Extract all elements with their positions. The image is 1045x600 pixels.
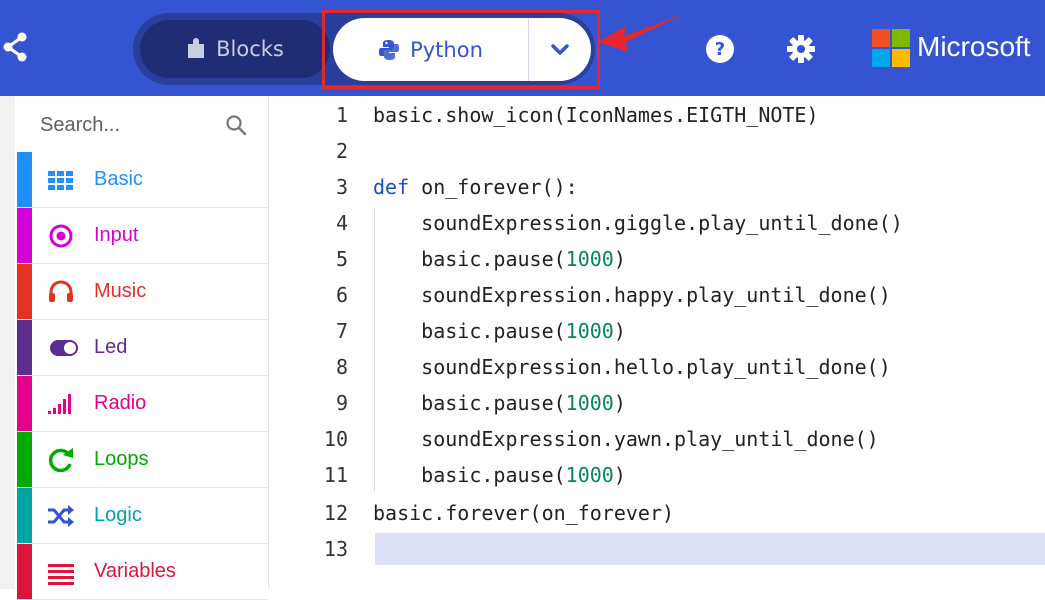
code-line[interactable]: 2	[269, 134, 1045, 170]
loop-arrow-icon	[48, 448, 73, 473]
line-number: 10	[323, 427, 348, 451]
code-line[interactable]: 1 basic.show_icon(IconNames.EIGTH_NOTE)	[269, 98, 1045, 134]
code-line[interactable]: 6 soundExpression.happy.play_until_done(…	[269, 278, 1045, 314]
code-text: basic.pause(1000)	[373, 247, 626, 271]
shuffle-icon	[48, 505, 74, 527]
line-number: 6	[335, 283, 348, 307]
code-text: basic.show_icon(IconNames.EIGTH_NOTE)	[373, 103, 819, 127]
line-number: 4	[335, 211, 348, 235]
line-number: 7	[335, 319, 348, 343]
category-color-bar	[17, 264, 32, 319]
gear-icon[interactable]	[786, 34, 816, 64]
signal-bars-icon	[48, 394, 71, 414]
annotation-arrow-icon	[598, 14, 684, 52]
code-text: soundExpression.happy.play_until_done()	[373, 283, 891, 307]
code-line[interactable]: 9 basic.pause(1000)	[269, 386, 1045, 422]
category-color-bar	[17, 376, 32, 431]
code-text: basic.forever(on_forever)	[373, 501, 675, 525]
microsoft-logo-icon[interactable]	[872, 29, 910, 67]
category-color-bar	[17, 320, 32, 375]
code-line[interactable]: 5 basic.pause(1000)	[269, 242, 1045, 278]
category-basic[interactable]: Basic	[17, 152, 268, 208]
code-text: def on_forever():	[373, 175, 578, 199]
search-icon[interactable]	[225, 114, 247, 136]
line-number: 5	[335, 247, 348, 271]
code-line[interactable]: 12 basic.forever(on_forever)	[269, 496, 1045, 532]
category-radio[interactable]: Radio	[17, 376, 268, 432]
code-line[interactable]: 8 soundExpression.hello.play_until_done(…	[269, 350, 1045, 386]
code-line[interactable]: 13	[269, 532, 1045, 568]
line-number: 9	[335, 391, 348, 415]
line-number: 3	[335, 175, 348, 199]
category-label: Loops	[94, 448, 149, 470]
category-label: Radio	[94, 392, 147, 414]
code-text: soundExpression.giggle.play_until_done()	[373, 211, 903, 235]
grid-icon	[48, 171, 73, 190]
category-label: Logic	[94, 504, 142, 526]
blocks-button[interactable]: Blocks	[140, 20, 330, 78]
line-number: 8	[335, 355, 348, 379]
category-led[interactable]: Led	[17, 320, 268, 376]
category-color-bar	[17, 208, 32, 263]
code-text: basic.pause(1000)	[373, 463, 626, 487]
category-color-bar	[17, 544, 32, 599]
code-line[interactable]: 10 soundExpression.yawn.play_until_done(…	[269, 422, 1045, 458]
microsoft-brand-text[interactable]: Microsoft	[917, 31, 1031, 63]
line-number: 12	[323, 501, 348, 525]
category-logic[interactable]: Logic	[17, 488, 268, 544]
line-number: 13	[323, 537, 348, 561]
line-number: 1	[335, 103, 348, 127]
category-label: Basic	[94, 168, 143, 190]
category-color-bar	[17, 432, 32, 487]
category-color-bar	[17, 152, 32, 207]
category-loops[interactable]: Loops	[17, 432, 268, 488]
highlight-annotation-box	[322, 10, 600, 89]
code-line[interactable]: 11 basic.pause(1000)	[269, 458, 1045, 494]
category-input[interactable]: Input	[17, 208, 268, 264]
line-number: 11	[323, 463, 348, 487]
toggle-icon	[50, 340, 78, 356]
sidebar-edge	[0, 96, 15, 589]
help-icon[interactable]: ?	[705, 34, 735, 64]
puzzle-icon	[188, 38, 205, 58]
code-text: soundExpression.yawn.play_until_done()	[373, 427, 879, 451]
headphones-icon	[49, 280, 73, 302]
category-variables[interactable]: Variables	[17, 544, 268, 600]
target-icon	[49, 224, 73, 248]
list-lines-icon	[48, 564, 74, 585]
code-line[interactable]: 4 soundExpression.giggle.play_until_done…	[269, 206, 1045, 242]
blocks-label: Blocks	[216, 37, 284, 61]
category-list: Basic Input Music Led Radio Loops Logic …	[17, 152, 268, 600]
code-line[interactable]: 3 def on_forever():	[269, 170, 1045, 206]
category-label: Variables	[94, 560, 176, 582]
category-label: Led	[94, 336, 128, 358]
svg-text:?: ?	[715, 39, 725, 60]
category-label: Input	[94, 224, 139, 246]
code-text: basic.pause(1000)	[373, 391, 626, 415]
python-code-editor[interactable]: 1 basic.show_icon(IconNames.EIGTH_NOTE) …	[269, 96, 1045, 589]
category-color-bar	[17, 488, 32, 543]
line-number: 2	[335, 139, 348, 163]
category-music[interactable]: Music	[17, 264, 268, 320]
toolbox-search	[17, 102, 266, 148]
code-line[interactable]: 7 basic.pause(1000)	[269, 314, 1045, 350]
share-icon[interactable]	[2, 32, 30, 62]
code-text: soundExpression.hello.play_until_done()	[373, 355, 891, 379]
category-label: Music	[94, 280, 147, 302]
code-text: basic.pause(1000)	[373, 319, 626, 343]
search-input[interactable]	[40, 113, 210, 137]
